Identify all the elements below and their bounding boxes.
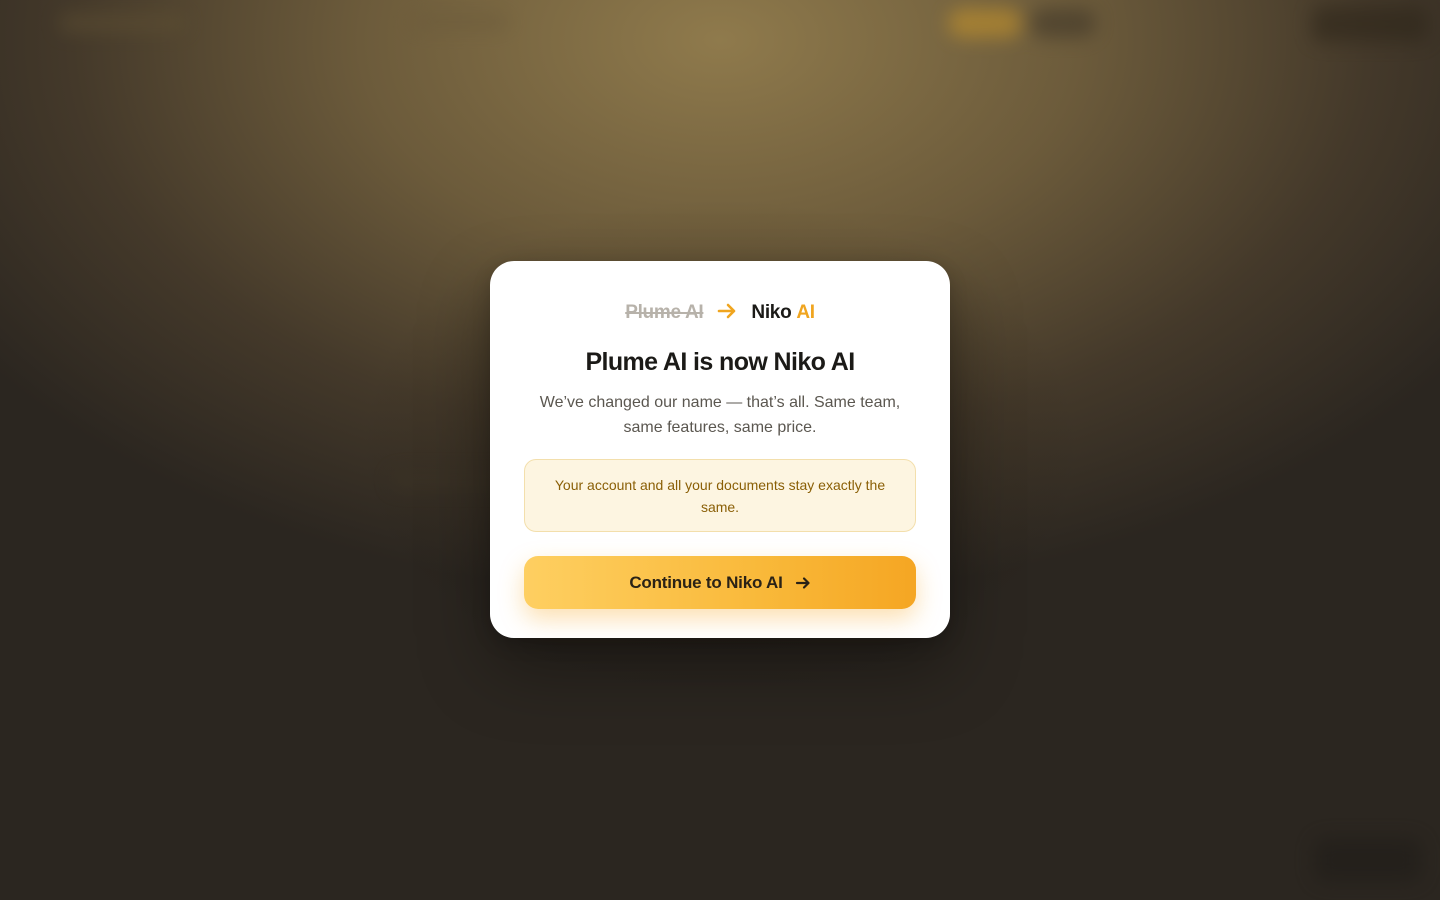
modal-subtitle: We’ve changed our name — that’s all. Sam… [539,394,901,436]
continue-button-label: Continue to Niko AI [629,572,783,592]
account-notice: Your account and all your documents stay… [524,459,916,532]
rename-row: Plume AI Niko AI [524,299,916,327]
new-brand-name: Niko [751,302,792,323]
arrow-right-icon [717,301,737,321]
modal-title: Plume AI is now Niko AI [585,348,855,376]
old-brand-name: Plume AI [625,302,704,323]
continue-button[interactable]: Continue to Niko AI [524,556,916,609]
arrow-right-icon [795,575,811,591]
new-brand-name-accent: AI [796,302,815,323]
account-notice-text: Your account and all your documents stay… [554,476,886,515]
rename-modal: Plume AI Niko AI Plume AI is now Niko AI… [490,261,950,638]
